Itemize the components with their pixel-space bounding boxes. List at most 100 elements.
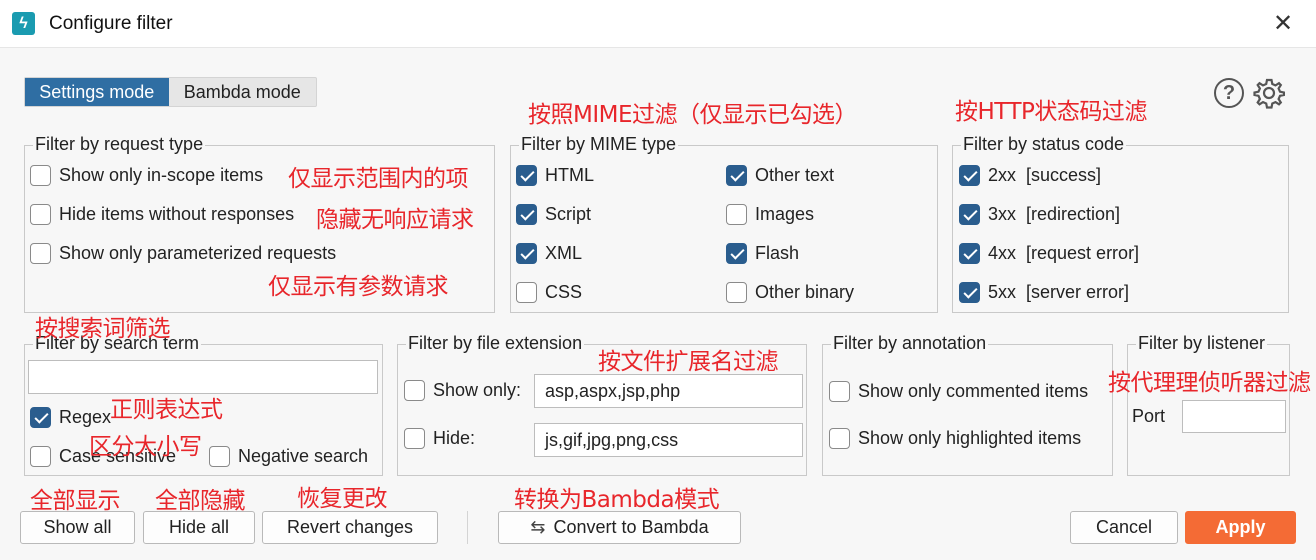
status-4xx-row[interactable]: 4xx [request error] — [959, 243, 1139, 264]
mode-toggle: Settings mode Bambda mode — [24, 77, 317, 107]
request-type-legend: Filter by request type — [33, 134, 206, 155]
mime-html-row[interactable]: HTML — [516, 165, 594, 186]
convert-to-bambda-button[interactable]: ⇆ Convert to Bambda — [498, 511, 741, 544]
parameterized-checkbox[interactable] — [30, 243, 51, 264]
in-scope-checkbox[interactable] — [30, 165, 51, 186]
mime-xml-label: XML — [545, 243, 583, 263]
port-input[interactable] — [1182, 400, 1286, 433]
burp-lightning-icon: ϟ — [12, 12, 35, 35]
status-3xx-checkbox[interactable] — [959, 204, 980, 225]
hide-ext-label: Hide: — [433, 428, 476, 448]
search-term-input[interactable] — [28, 360, 378, 394]
regex-row[interactable]: Regex — [30, 407, 111, 428]
show-only-ext-input[interactable]: asp,aspx,jsp,php — [534, 374, 803, 408]
mime-type-legend: Filter by MIME type — [519, 134, 679, 155]
in-scope-row[interactable]: Show only in-scope items — [30, 165, 263, 186]
highlighted-row[interactable]: Show only highlighted items — [829, 428, 1081, 449]
status-4xx-label: 4xx [request error] — [988, 243, 1140, 263]
hide-ext-checkbox[interactable] — [404, 428, 425, 449]
show-only-ext-row[interactable]: Show only: — [404, 380, 521, 401]
negative-search-row[interactable]: Negative search — [209, 446, 368, 467]
mime-flash-label: Flash — [755, 243, 800, 263]
annotation-legend: Filter by annotation — [831, 333, 989, 354]
bambda-mode-tab[interactable]: Bambda mode — [169, 78, 316, 106]
annotation-listener: 按代理理侦听器过滤 — [1108, 370, 1311, 396]
help-icon[interactable]: ? — [1214, 78, 1244, 108]
mime-xml-checkbox[interactable] — [516, 243, 537, 264]
highlighted-checkbox[interactable] — [829, 428, 850, 449]
negative-search-checkbox[interactable] — [209, 446, 230, 467]
mime-other-text-checkbox[interactable] — [726, 165, 747, 186]
annotation-group: Filter by annotation — [822, 333, 1113, 476]
annotation-parameterized: 仅显示有参数请求 — [268, 274, 449, 300]
mime-script-checkbox[interactable] — [516, 204, 537, 225]
swap-arrows-icon: ⇆ — [530, 517, 546, 537]
settings-mode-tab[interactable]: Settings mode — [25, 78, 169, 106]
mime-flash-checkbox[interactable] — [726, 243, 747, 264]
mime-other-text-label: Other text — [755, 165, 835, 185]
close-icon[interactable]: ✕ — [1270, 10, 1296, 38]
mime-other-binary-label: Other binary — [755, 282, 855, 302]
status-5xx-row[interactable]: 5xx [server error] — [959, 282, 1129, 303]
status-3xx-label: 3xx [redirection] — [988, 204, 1121, 224]
mime-css-label: CSS — [545, 282, 583, 302]
regex-checkbox[interactable] — [30, 407, 51, 428]
show-only-ext-checkbox[interactable] — [404, 380, 425, 401]
hide-ext-row[interactable]: Hide: — [404, 428, 475, 449]
commented-label: Show only commented items — [858, 381, 1089, 401]
show-all-button[interactable]: Show all — [20, 511, 135, 544]
mime-images-checkbox[interactable] — [726, 204, 747, 225]
parameterized-label: Show only parameterized requests — [59, 243, 337, 263]
apply-button[interactable]: Apply — [1185, 511, 1296, 544]
status-2xx-checkbox[interactable] — [959, 165, 980, 186]
regex-label: Regex — [59, 407, 112, 427]
status-5xx-label: 5xx [server error] — [988, 282, 1130, 302]
annotation-no-response: 隐藏无响应请求 — [316, 207, 474, 233]
show-only-ext-label: Show only: — [433, 380, 522, 400]
mime-other-text-row[interactable]: Other text — [726, 165, 834, 186]
mime-script-row[interactable]: Script — [516, 204, 591, 225]
status-4xx-checkbox[interactable] — [959, 243, 980, 264]
commented-checkbox[interactable] — [829, 381, 850, 402]
parameterized-row[interactable]: Show only parameterized requests — [30, 243, 336, 264]
cancel-button[interactable]: Cancel — [1070, 511, 1178, 544]
gear-icon[interactable] — [1253, 77, 1285, 109]
mime-xml-row[interactable]: XML — [516, 243, 582, 264]
status-5xx-checkbox[interactable] — [959, 282, 980, 303]
annotation-in-scope: 仅显示范围内的项 — [288, 166, 469, 192]
hide-ext-input[interactable]: js,gif,jpg,png,css — [534, 423, 803, 457]
title-bar: ϟ Configure filter ✕ — [0, 0, 1316, 48]
mime-script-label: Script — [545, 204, 592, 224]
hide-no-response-checkbox[interactable] — [30, 204, 51, 225]
port-label: Port — [1132, 406, 1166, 426]
commented-row[interactable]: Show only commented items — [829, 381, 1088, 402]
annotation-status: 按HTTP状态码过滤 — [955, 99, 1147, 125]
mime-css-row[interactable]: CSS — [516, 282, 582, 303]
annotation-revert: 恢复更改 — [297, 486, 388, 512]
revert-changes-button[interactable]: Revert changes — [262, 511, 438, 544]
annotation-file-ext: 按文件扩展名过滤 — [598, 349, 779, 375]
mime-html-checkbox[interactable] — [516, 165, 537, 186]
annotation-case: 区分大小写 — [89, 434, 202, 460]
case-sensitive-checkbox[interactable] — [30, 446, 51, 467]
annotation-convert: 转换为Bambda模式 — [514, 487, 720, 513]
mime-css-checkbox[interactable] — [516, 282, 537, 303]
window-title: Configure filter — [49, 13, 173, 34]
listener-legend: Filter by listener — [1136, 333, 1268, 354]
status-3xx-row[interactable]: 3xx [redirection] — [959, 204, 1120, 225]
mime-flash-row[interactable]: Flash — [726, 243, 799, 264]
file-extension-legend: Filter by file extension — [406, 333, 585, 354]
annotation-hide-all: 全部隐藏 — [155, 488, 246, 514]
hide-no-response-row[interactable]: Hide items without responses — [30, 204, 294, 225]
status-code-legend: Filter by status code — [961, 134, 1127, 155]
mime-images-row[interactable]: Images — [726, 204, 814, 225]
negative-search-label: Negative search — [238, 446, 369, 466]
highlighted-label: Show only highlighted items — [858, 428, 1082, 448]
mime-other-binary-row[interactable]: Other binary — [726, 282, 854, 303]
in-scope-label: Show only in-scope items — [59, 165, 264, 185]
mime-other-binary-checkbox[interactable] — [726, 282, 747, 303]
convert-to-bambda-label: Convert to Bambda — [553, 517, 709, 537]
status-2xx-row[interactable]: 2xx [success] — [959, 165, 1101, 186]
annotation-show-all: 全部显示 — [30, 488, 121, 514]
hide-all-button[interactable]: Hide all — [143, 511, 255, 544]
